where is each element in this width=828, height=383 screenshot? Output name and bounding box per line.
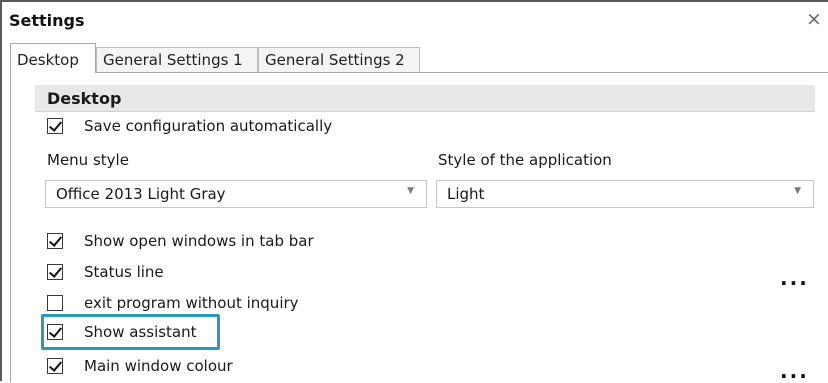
section-header <box>35 85 815 112</box>
main-window-colour-option[interactable]: Main window colour <box>47 355 233 377</box>
save-config-option[interactable]: Save configuration automatically <box>47 115 332 137</box>
menu-style-value: Office 2013 Light Gray <box>56 185 226 203</box>
status-line-more-button[interactable]: ... <box>780 268 809 288</box>
app-style-label: Style of the application <box>438 151 612 169</box>
exit-without-inquiry-option[interactable]: exit program without inquiry <box>47 292 299 314</box>
show-assistant-option[interactable]: Show assistant <box>47 321 197 343</box>
tab-general-settings-2[interactable]: General Settings 2 <box>258 47 420 72</box>
status-line-checkbox[interactable] <box>47 264 63 280</box>
save-config-label: Save configuration automatically <box>84 117 333 135</box>
main-window-colour-label: Main window colour <box>84 357 233 375</box>
save-config-checkbox[interactable] <box>47 118 63 134</box>
show-open-windows-label: Show open windows in tab bar <box>84 232 314 250</box>
show-assistant-checkbox[interactable] <box>47 324 63 340</box>
show-open-windows-checkbox[interactable] <box>47 233 63 249</box>
show-assistant-label: Show assistant <box>84 323 197 341</box>
exit-without-inquiry-checkbox[interactable] <box>47 295 63 311</box>
tab-general-settings-1[interactable]: General Settings 1 <box>96 47 258 72</box>
status-line-option[interactable]: Status line <box>47 261 164 283</box>
app-style-value: Light <box>447 185 485 203</box>
dialog-title: Settings <box>9 11 85 30</box>
main-window-colour-checkbox[interactable] <box>47 358 63 374</box>
menu-style-dropdown[interactable]: Office 2013 Light Gray ▼ <box>45 180 427 208</box>
status-line-label: Status line <box>84 263 164 281</box>
exit-without-inquiry-label: exit program without inquiry <box>84 294 299 312</box>
settings-dialog: Settings × Desktop General Settings 1 Ge… <box>0 0 828 382</box>
app-style-dropdown[interactable]: Light ▼ <box>436 180 814 208</box>
chevron-down-icon: ▼ <box>407 186 414 196</box>
show-open-windows-option[interactable]: Show open windows in tab bar <box>47 230 314 252</box>
tab-desktop[interactable]: Desktop <box>10 43 96 73</box>
window-border-left <box>0 0 2 381</box>
menu-style-label: Menu style <box>47 151 129 169</box>
window-border-top <box>0 0 828 2</box>
close-icon[interactable]: × <box>806 10 822 29</box>
chevron-down-icon: ▼ <box>794 186 801 196</box>
section-title: Desktop <box>47 89 122 108</box>
main-window-colour-more-button[interactable]: ... <box>780 361 809 381</box>
